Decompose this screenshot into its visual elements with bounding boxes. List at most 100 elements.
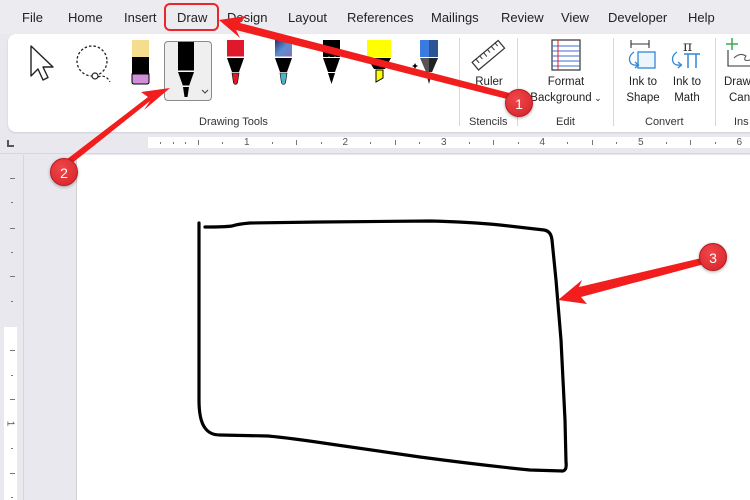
vertical-ruler-tick (10, 178, 15, 179)
ruler-number: 4 (539, 137, 546, 148)
eraser-icon (131, 40, 150, 85)
format-background-button[interactable]: Format Background ⌄ (528, 38, 604, 108)
vertical-ruler-tick (10, 350, 15, 351)
ruler-tick (616, 142, 618, 144)
chevron-down-icon: ⌄ (591, 93, 602, 103)
svg-text:π: π (683, 39, 692, 55)
ruler-tick (690, 140, 692, 145)
format-background-text: Background (530, 92, 592, 104)
annotation-badge-1: 1 (505, 89, 533, 117)
ink-to-math-icon: π (671, 39, 700, 69)
pencil-black-button[interactable] (322, 40, 342, 86)
page-gutter (24, 155, 77, 500)
ruler-tick (222, 142, 224, 144)
ruler-tick (320, 142, 322, 144)
pen-red-button[interactable] (226, 40, 246, 86)
ruler-tick (271, 142, 273, 144)
ruler-tick (197, 140, 199, 145)
format-background-label-2: Background ⌄ (528, 90, 604, 106)
ink-to-shape-label-2: Shape (626, 92, 660, 104)
tab-developer[interactable]: Developer (608, 8, 667, 28)
pen-icon (178, 42, 209, 97)
tab-home[interactable]: Home (68, 8, 103, 28)
ruler-tick (296, 140, 298, 145)
tab-references[interactable]: References (347, 8, 413, 28)
ruler-tick (567, 142, 569, 144)
lined-paper-icon (551, 39, 581, 71)
cursor-arrow-icon (30, 45, 54, 81)
word-window: File Home Insert Draw Design Layout Refe… (0, 0, 750, 500)
ruler-tick (419, 142, 421, 144)
draw-canvas-button[interactable]: Draw Can (724, 38, 750, 108)
group-label-drawing-tools: Drawing Tools (199, 116, 268, 128)
group-label-edit: Edit (556, 116, 575, 128)
ruler-tick (517, 142, 519, 144)
pen-icon (275, 40, 292, 85)
annotation-badge-3: 3 (699, 243, 727, 271)
ink-to-shape-button[interactable]: Ink to Shape (622, 38, 664, 108)
eraser-button[interactable] (131, 40, 151, 86)
select-tool-button[interactable] (26, 42, 60, 86)
tab-help[interactable]: Help (688, 8, 715, 28)
vertical-ruler-tick (11, 375, 13, 376)
vertical-ruler-tick (11, 252, 13, 253)
ruler-number: 5 (638, 137, 644, 148)
ruler-tick (185, 142, 186, 144)
vertical-ruler-number: 1 (4, 420, 16, 427)
draw-tab-highlight (164, 3, 219, 31)
ink-to-math-button[interactable]: π Ink to Math (667, 38, 707, 108)
tab-layout[interactable]: Layout (288, 8, 327, 28)
ruler-number: 2 (342, 137, 349, 148)
vertical-ruler-tick (10, 276, 15, 277)
group-label-stencils: Stencils (469, 116, 508, 128)
ruler-tick (665, 142, 667, 144)
lasso-icon (76, 45, 111, 83)
group-separator (459, 38, 460, 126)
ruler-number: 6 (736, 137, 743, 148)
highlighter-yellow-button[interactable] (366, 40, 392, 86)
tab-file[interactable]: File (22, 8, 43, 28)
ruler-text-area (148, 137, 750, 148)
vertical-ruler-tick (11, 497, 13, 498)
ruler-tick (468, 142, 470, 144)
vertical-ruler-tick (11, 448, 13, 449)
group-separator (715, 38, 716, 126)
vertical-ruler-tick (10, 228, 15, 229)
vertical-ruler-tick (10, 473, 15, 474)
ruler-number: 3 (441, 137, 447, 148)
ruler-tick (714, 142, 716, 144)
group-separator (613, 38, 614, 126)
tab-design[interactable]: Design (227, 8, 267, 28)
ink-to-shape-icon (628, 40, 656, 69)
draw-canvas-label-2: Can (729, 92, 750, 104)
vertical-ruler-tick (11, 202, 13, 203)
tab-insert[interactable]: Insert (124, 8, 157, 28)
ink-to-math-label-2: Math (674, 92, 700, 104)
ruler-number: 1 (244, 137, 250, 148)
pen-icon (227, 40, 244, 85)
tab-mailings[interactable]: Mailings (431, 8, 479, 28)
ruler-tick (394, 140, 396, 145)
vertical-ruler-text-area (4, 327, 17, 500)
ruler-tick (370, 142, 372, 144)
menu-bar: File Home Insert Draw Design Layout Refe… (0, 0, 750, 34)
ruler-button[interactable]: Ruler (470, 38, 508, 106)
draw-canvas-icon (726, 38, 750, 67)
pen-galaxy-button[interactable] (274, 40, 294, 86)
pen-black-button[interactable] (164, 41, 212, 101)
document-page[interactable] (77, 155, 750, 500)
ruler-tick (160, 142, 161, 144)
tab-stop-selector[interactable] (7, 140, 14, 147)
vertical-ruler-tick (11, 301, 13, 302)
action-pen-button[interactable] (412, 40, 440, 86)
ruler-tick (493, 140, 495, 145)
tab-view[interactable]: View (561, 8, 589, 28)
ruler-tick (591, 140, 593, 145)
lasso-select-button[interactable] (72, 42, 118, 86)
ruler-tick (173, 142, 175, 144)
group-label-convert: Convert (645, 116, 684, 128)
ink-to-shape-label-1: Ink to (628, 76, 658, 88)
tab-review[interactable]: Review (501, 8, 544, 28)
draw-canvas-label-1: Draw (724, 76, 750, 88)
ruler-icon (471, 39, 506, 71)
